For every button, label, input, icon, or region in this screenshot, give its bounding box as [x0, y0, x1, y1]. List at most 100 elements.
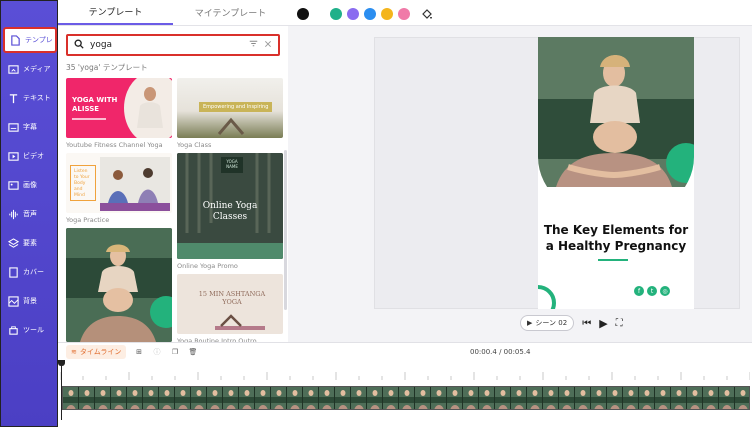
timeline-playhead[interactable] — [58, 360, 65, 420]
yoga-mat-figure — [215, 314, 265, 330]
sidebar-item-label: テキスト — [23, 94, 51, 102]
sidebar-item-text[interactable]: テキスト — [3, 85, 57, 111]
video-clip-track[interactable] — [62, 386, 750, 410]
scene-button[interactable]: ▶ シーン 02 — [520, 315, 575, 331]
image-icon — [7, 179, 19, 191]
template-caption: Online Yoga Promo — [177, 262, 238, 270]
sidebar-item-label: ツール — [23, 326, 44, 334]
color-swatch-pink[interactable] — [398, 8, 410, 20]
template-caption: Yoga Class — [177, 141, 212, 149]
color-swatch-purple[interactable] — [347, 8, 359, 20]
template-card-title: 15 MIN ASHTANGA YOGA — [198, 290, 266, 306]
poster-title-line: The Key Elements for — [543, 223, 689, 237]
sidebar-item-label: 背景 — [23, 297, 37, 305]
sidebar-item-tools[interactable]: ツール — [3, 317, 57, 343]
fullscreen-icon[interactable]: ⛶ — [616, 318, 623, 329]
template-card-title: Online Yoga Classes — [202, 201, 258, 222]
color-swatch-blue[interactable] — [364, 8, 376, 20]
yoga-pose-figure — [217, 117, 245, 135]
facebook-icon: f — [634, 286, 644, 296]
tools-icon — [7, 324, 19, 336]
video-icon — [7, 150, 19, 162]
audio-icon — [7, 208, 19, 220]
template-caption: Youtube Fitness Channel Yoga — [66, 141, 163, 149]
sidebar-item-label: 画像 — [23, 181, 37, 189]
twitter-icon: t — [647, 286, 657, 296]
timecode: 00:00.4 / 00:05.4 — [470, 348, 531, 356]
template-card-online-yoga-promo[interactable]: YOGA NAME Online Yoga Classes — [177, 153, 283, 259]
sidebar: テンプレ メディア テキスト 字幕 ビデオ 画像 音声 要素 カバー 背景 ツー… — [0, 0, 58, 427]
instagram-icon: ◎ — [660, 286, 670, 296]
template-icon — [9, 34, 21, 46]
delete-icon[interactable]: 🗑 — [188, 345, 198, 359]
elements-icon — [7, 237, 19, 249]
sidebar-item-label: ビデオ — [23, 152, 44, 160]
search-icon — [74, 39, 84, 52]
cover-icon — [7, 266, 19, 278]
poster-title[interactable]: The Key Elements for a Healthy Pregnancy — [538, 222, 694, 254]
timeline-toggle-button[interactable]: ≋ タイムライン — [66, 345, 127, 359]
background-icon — [7, 295, 19, 307]
skip-back-icon[interactable]: ⏮ — [582, 318, 591, 329]
template-tabs: テンプレート マイテンプレート — [58, 0, 288, 26]
panel-scrollbar[interactable] — [284, 150, 287, 310]
template-card-yoga-class[interactable]: Empowering and Inspiring — [177, 78, 283, 138]
scene-label: シーン 02 — [535, 319, 568, 327]
duplicate-icon[interactable]: ❐ — [170, 345, 180, 359]
filter-icon[interactable] — [249, 39, 258, 51]
social-icons: f t ◎ — [634, 286, 670, 296]
media-icon — [7, 63, 19, 75]
template-card-ashtanga[interactable]: 15 MIN ASHTANGA YOGA — [177, 274, 283, 334]
sidebar-item-background[interactable]: 背景 — [3, 288, 57, 314]
color-swatch-black[interactable] — [297, 8, 309, 20]
poster-title-line: a Healthy Pregnancy — [545, 239, 687, 253]
sidebar-item-video[interactable]: ビデオ — [3, 143, 57, 169]
timeline-ruler — [60, 372, 750, 380]
template-card-title: Empowering and Inspiring — [199, 102, 273, 112]
template-caption: Yoga Practice — [66, 216, 110, 224]
subtitle-icon — [7, 121, 19, 133]
color-swatch-yellow[interactable] — [381, 8, 393, 20]
play-icon[interactable]: ▶ — [599, 317, 607, 330]
tab-templates[interactable]: テンプレート — [58, 0, 173, 25]
play-small-icon: ▶ — [527, 319, 533, 327]
template-card-title: Listen to Your Body and Mind — [70, 165, 96, 201]
sidebar-item-label: 字幕 — [23, 123, 37, 131]
tab-my-templates[interactable]: マイテンプレート — [173, 0, 288, 25]
sidebar-item-images[interactable]: 画像 — [3, 172, 57, 198]
sidebar-item-elements[interactable]: 要素 — [3, 230, 57, 256]
result-count: 35 'yoga' テンプレート — [66, 63, 148, 72]
template-card-yoga-practice[interactable]: Listen to Your Body and Mind — [66, 153, 172, 213]
sidebar-item-label: メディア — [23, 65, 51, 73]
timeline-toolbar — [58, 342, 752, 362]
yoga-class-photo — [100, 157, 170, 211]
search-input[interactable] — [90, 40, 243, 50]
template-logo-text: YOGA NAME — [221, 157, 243, 173]
search-box[interactable] — [66, 34, 280, 56]
sidebar-item-audio[interactable]: 音声 — [3, 201, 57, 227]
color-swatch-green[interactable] — [330, 8, 342, 20]
decor-line — [72, 118, 106, 120]
poster-photo — [538, 37, 694, 309]
template-card-title: YOGA WITH ALISSE — [72, 96, 118, 113]
info-icon[interactable]: ⓘ — [152, 345, 162, 359]
sidebar-item-subtitles[interactable]: 字幕 — [3, 114, 57, 140]
model-photo — [124, 78, 172, 138]
sidebar-item-label: テンプレ — [25, 36, 53, 44]
sidebar-item-cover[interactable]: カバー — [3, 259, 57, 285]
sidebar-item-label: カバー — [23, 268, 44, 276]
sidebar-item-media[interactable]: メディア — [3, 56, 57, 82]
fill-color-icon[interactable] — [421, 8, 433, 23]
timeline-label: タイムライン — [79, 348, 122, 356]
timeline-icon: ≋ — [71, 348, 77, 356]
sidebar-item-label: 音声 — [23, 210, 37, 218]
template-card-pregnancy-yoga[interactable] — [66, 228, 172, 342]
poster-canvas[interactable]: f t ◎ — [538, 37, 694, 309]
pregnant-woman-photo — [66, 228, 172, 342]
sidebar-item-label: 要素 — [23, 239, 37, 247]
text-icon — [7, 92, 19, 104]
clear-icon[interactable] — [264, 40, 272, 51]
sidebar-item-templates[interactable]: テンプレ — [3, 27, 57, 53]
add-icon[interactable]: ⊞ — [134, 345, 144, 359]
template-card-fitness-channel[interactable]: YOGA WITH ALISSE — [66, 78, 172, 138]
